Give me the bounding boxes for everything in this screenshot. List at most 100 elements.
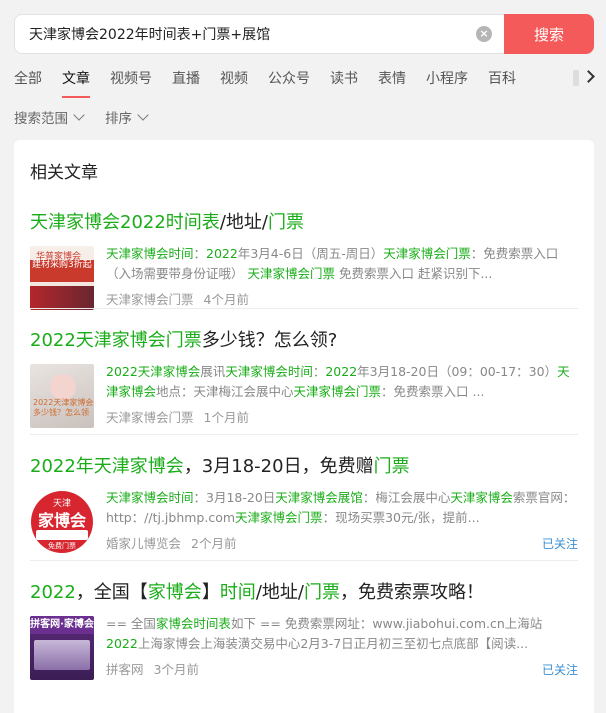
tab-9[interactable]: 百科 [488, 68, 516, 94]
article-item[interactable]: 2022天津家博会门票多少钱？怎么领? 2022天津家博会 多少钱？怎么领 2022… [30, 326, 578, 428]
thumb-shape [36, 530, 88, 540]
article-description: 天津家博会时间：2022年3月4-6日（周五-周日）天津家博会门票：免费索票入口… [106, 244, 578, 284]
text-segment: 】 [201, 582, 220, 603]
filter-sort[interactable]: 排序 [105, 107, 149, 127]
article-body: 2022天津家博会 多少钱？怎么领 2022天津家博会展讯天津家博会时间：2022… [30, 362, 578, 428]
divider [30, 434, 578, 435]
thumb-shape [34, 640, 90, 670]
thumb-caption: 免费门票 [48, 542, 76, 550]
highlight-text: 家博会 [147, 582, 202, 603]
thumb-caption: 拼客网·家博会 [30, 616, 94, 634]
highlight-text: 天津家博会门票 [235, 510, 323, 525]
highlight-text: 天津家博会时间 [225, 364, 313, 379]
highlight-text: 天津家博会展馆 [275, 490, 363, 505]
search-input[interactable] [29, 26, 476, 42]
article-meta: 拼客网 3个月前 已关注 [106, 660, 578, 680]
article-text: 天津家博会时间：3月18-20日天津家博会展馆：梅江会展中心天津家博会索票官网：… [106, 488, 578, 554]
text-segment: 年3月18-20日（09：00-17：30） [357, 364, 558, 379]
text-segment: ，免费索票攻略！ [339, 582, 484, 603]
article-source[interactable]: 婚家儿博览会 [106, 534, 181, 554]
search-box[interactable]: × [14, 14, 504, 54]
tab-6[interactable]: 读书 [330, 68, 358, 94]
article-title[interactable]: 2022，全国【家博会】时间/地址/门票，免费索票攻略！ [30, 578, 578, 604]
chevron-down-icon [137, 108, 149, 121]
article-title[interactable]: 2022天津家博会门票多少钱？怎么领? [30, 326, 578, 352]
filter-label: 排序 [105, 111, 132, 127]
text-segment: /地址/ [255, 582, 304, 603]
text-segment: 年3月4-6日（周五-周日） [237, 246, 384, 261]
article-thumbnail: 天津 家博会 免费门票 [30, 490, 94, 554]
filter-search-scope[interactable]: 搜索范围 [14, 107, 85, 127]
article-thumbnail: 拼客网·家博会 [30, 616, 94, 680]
text-segment: ，全国【 [75, 582, 148, 603]
highlight-text: 2022 [30, 582, 76, 603]
highlight-text: 门票 [303, 582, 340, 603]
thumb-caption: 家博会 [37, 511, 86, 530]
text-segment: /地址/ [219, 212, 268, 233]
chevron-right-icon[interactable] [582, 70, 595, 83]
text-segment: ，3月18-20日，免费赠 [183, 456, 374, 477]
article-thumbnail: 2022天津家博会 多少钱？怎么领 [30, 364, 94, 428]
tab-0[interactable]: 全部 [14, 68, 42, 94]
article-thumbnail: 华普家博会 建材采购3折起 [30, 246, 94, 310]
tab-bar: 全部 文章 视频号 直播 视频 公众号 读书 表情 小程序 百科 [14, 68, 536, 98]
chevron-down-icon [73, 108, 85, 121]
tab-1[interactable]: 文章 [62, 68, 90, 98]
text-segment: ：梅江会展中心 [362, 490, 451, 505]
highlight-text: 门票 [373, 456, 410, 477]
article-meta: 婚家儿博览会 2个月前 已关注 [106, 534, 578, 554]
text-segment: ： [193, 246, 207, 261]
divider [30, 560, 578, 561]
filter-bar: 搜索范围 排序 [14, 107, 169, 127]
text-segment: ：免费索票入口 ... [381, 384, 485, 399]
article-description: 天津家博会时间：3月18-20日天津家博会展馆：梅江会展中心天津家博会索票官网：… [106, 488, 578, 528]
thumb-caption: 建材采购3折起 [30, 260, 94, 282]
article-item[interactable]: 2022，全国【家博会】时间/地址/门票，免费索票攻略！ 拼客网·家博会 == 全国… [30, 578, 578, 680]
highlight-text: 时间 [219, 582, 256, 603]
article-description: == 全国家博会时间表如下 == 免费索票网址：www.jiabohui.com… [106, 614, 578, 654]
text-segment: 免费索票入口 赶紧识别下... [335, 266, 493, 281]
article-body: 华普家博会 建材采购3折起 天津家博会时间：2022年3月4-6日（周五-周日）天津… [30, 244, 578, 310]
article-source[interactable]: 拼客网 [106, 660, 144, 680]
tab-5[interactable]: 公众号 [268, 68, 310, 94]
highlight-text: 2022年天津家博会 [30, 456, 184, 477]
tab-8[interactable]: 小程序 [426, 68, 468, 94]
article-body: 天津 家博会 免费门票 天津家博会时间：3月18-20日天津家博会展馆：梅江会展中心天… [30, 488, 578, 554]
clear-icon[interactable]: × [476, 26, 492, 42]
highlight-text: 2022天津家博会 [106, 364, 201, 379]
thumb-shape [50, 374, 76, 400]
thumb-floor [30, 286, 94, 310]
results-panel: 相关文章 天津家博会2022时间表/地址/门票 华普家博会 建材采购3折起 天津家博会… [14, 140, 594, 713]
article-item[interactable]: 天津家博会2022时间表/地址/门票华普家博会 建材采购3折起 天津家博会时间：20… [30, 208, 578, 310]
article-item[interactable]: 2022年天津家博会，3月18-20日，免费赠门票 天津 家博会 免费门票 天津家博会时… [30, 452, 578, 554]
followed-badge[interactable]: 已关注 [542, 660, 578, 680]
text-segment: 如下 == 免费索票网址：www.jiabohui.com.cn上海站 [230, 616, 543, 631]
article-time: 4个月前 [203, 292, 249, 307]
thumb-caption: 2022天津家博会 多少钱？怎么领 [33, 398, 94, 417]
highlight-text: 2022 [106, 636, 138, 651]
tab-2[interactable]: 视频号 [110, 68, 152, 94]
article-body: 拼客网·家博会 == 全国家博会时间表如下 == 免费索票网址：www.jiabo… [30, 614, 578, 680]
highlight-text: 天津家博会时间 [106, 490, 194, 505]
article-time: 3个月前 [153, 662, 199, 677]
highlight-text: 天津家博会门票 [247, 266, 335, 281]
followed-badge[interactable]: 已关注 [542, 534, 578, 554]
highlight-text: 2022 [206, 246, 238, 261]
text-segment: == 全国 [106, 616, 156, 631]
article-text: == 全国家博会时间表如下 == 免费索票网址：www.jiabohui.com… [106, 614, 578, 680]
article-title[interactable]: 天津家博会2022时间表/地址/门票 [30, 208, 578, 234]
article-source[interactable]: 天津家博会门票 [106, 408, 194, 428]
tab-7[interactable]: 表情 [378, 68, 406, 94]
tab-3[interactable]: 直播 [172, 68, 200, 94]
search-button[interactable]: 搜索 [504, 14, 594, 54]
highlight-text: 天津家博会门票 [383, 246, 471, 261]
article-meta: 天津家博会门票 4个月前 [106, 290, 578, 310]
section-title: 相关文章 [30, 163, 98, 183]
article-title[interactable]: 2022年天津家博会，3月18-20日，免费赠门票 [30, 452, 578, 478]
divider [30, 308, 578, 309]
text-segment: ：3月18-20日 [193, 490, 276, 505]
article-source[interactable]: 天津家博会门票 [106, 290, 194, 310]
tab-4[interactable]: 视频 [220, 68, 248, 94]
text-segment: 展讯 [200, 364, 226, 379]
tab-overflow-fade [573, 70, 579, 86]
